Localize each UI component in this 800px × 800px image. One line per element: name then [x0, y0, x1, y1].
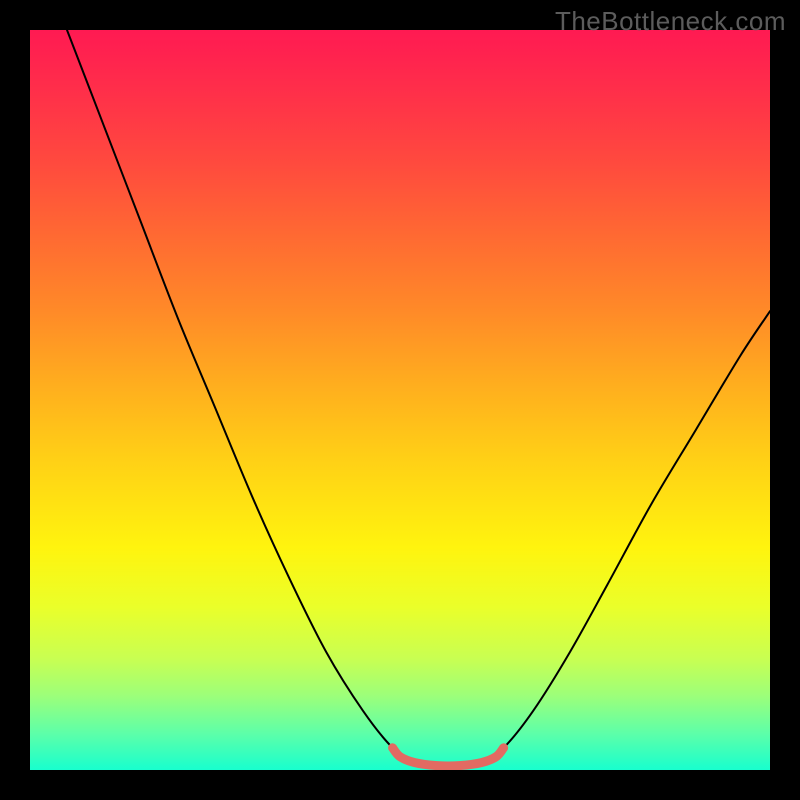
- bottleneck-curve: [67, 30, 770, 767]
- watermark-text: TheBottleneck.com: [555, 6, 786, 37]
- plot-area: [30, 30, 770, 770]
- chart-frame: TheBottleneck.com: [0, 0, 800, 800]
- curve-layer: [30, 30, 770, 770]
- bottom-highlight: [393, 748, 504, 766]
